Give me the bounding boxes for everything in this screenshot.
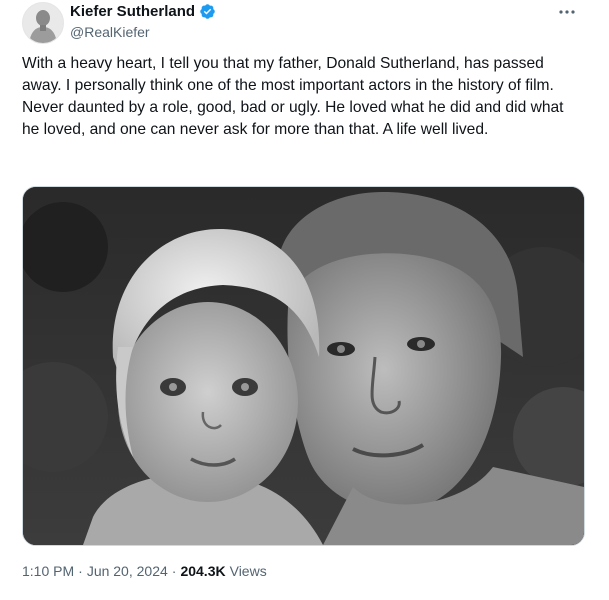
avatar[interactable] [22, 2, 64, 44]
avatar-image [23, 3, 63, 43]
photo-image [23, 187, 584, 545]
tweet-photo[interactable] [22, 186, 585, 546]
meta-separator: · [171, 563, 177, 579]
verified-badge-icon [199, 3, 216, 20]
tweet-time[interactable]: 1:10 PM [22, 563, 74, 579]
more-options-icon[interactable] [555, 2, 579, 22]
views-count: 204.3K [180, 563, 226, 579]
tweet: Kiefer Sutherland @RealKiefer With a hea… [0, 0, 609, 600]
tweet-meta: 1:10 PM · Jun 20, 2024 · 204.3K Views [22, 563, 267, 579]
author-handle[interactable]: @RealKiefer [70, 24, 150, 40]
tweet-text: With a heavy heart, I tell you that my f… [22, 55, 564, 138]
views-label: Views [229, 563, 267, 579]
tweet-date[interactable]: Jun 20, 2024 [87, 563, 168, 579]
author-name-row: Kiefer Sutherland [70, 3, 216, 20]
display-name[interactable]: Kiefer Sutherland [70, 3, 195, 20]
meta-separator: · [78, 563, 83, 579]
